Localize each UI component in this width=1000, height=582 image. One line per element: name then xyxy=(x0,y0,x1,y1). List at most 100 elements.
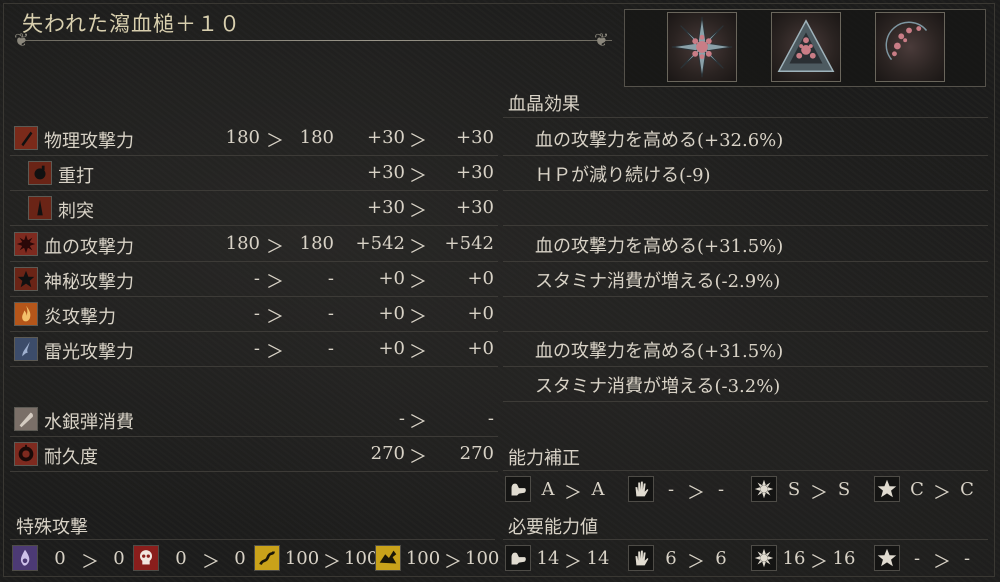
blood-gem-slots xyxy=(624,9,986,87)
gem-radial-icon[interactable] xyxy=(667,12,737,82)
value-to: 16 xyxy=(832,548,856,569)
value-from: A xyxy=(541,479,555,500)
attack-arrow2: ＞ xyxy=(409,307,427,328)
value-arrow: ＞ xyxy=(687,552,705,573)
blood-gem-effect-line: スタミナ消費が増える(-3.2%) xyxy=(535,376,781,398)
value-arrow: ＞ xyxy=(810,483,828,504)
attack-arrow1: ＞ xyxy=(266,307,284,328)
blunt-icon xyxy=(28,161,52,186)
value-from: 0 xyxy=(175,548,187,569)
attack-arrow1: ＞ xyxy=(266,131,284,152)
value-from: S xyxy=(787,479,801,500)
attack-bonus-to: +0 xyxy=(467,267,494,289)
blood-gem-effect-line: 血の攻撃力を高める(+31.5%) xyxy=(535,235,784,257)
attack-bonus-from: +0 xyxy=(378,303,405,324)
value-to: 0 xyxy=(113,548,125,569)
stat-label: 水銀弾消費 xyxy=(44,412,134,433)
value-arrow: ＞ xyxy=(933,483,951,504)
attack-label: 雷光攻撃力 xyxy=(44,342,134,364)
row-divider xyxy=(503,401,988,403)
durability-icon xyxy=(14,442,38,466)
stat-arrow: ＞ xyxy=(409,447,427,468)
scaling-row: A ＞ A - ＞ - S ＞ S C ＞ C xyxy=(505,476,990,506)
attack-bonus-to: +0 xyxy=(467,338,494,360)
value-from: 0 xyxy=(54,548,66,569)
row-divider xyxy=(503,331,988,332)
slow-poison-icon xyxy=(12,545,38,571)
arcane-attack-icon xyxy=(14,266,38,291)
requirements-row: 14 ＞ 14 6 ＞ 6 16 ＞ 16- ＞ - xyxy=(505,545,990,575)
value-arrow: ＞ xyxy=(202,552,220,573)
row-divider xyxy=(503,295,988,297)
stat-label: 耐久度 xyxy=(44,447,98,468)
attack-row: 刺突 +30 ＞ +30 xyxy=(10,191,498,225)
stat-arrow: ＞ xyxy=(409,412,427,433)
row-divider xyxy=(503,155,988,156)
value-to: 6 xyxy=(715,548,727,569)
value-to: 100 xyxy=(344,548,379,569)
attack-base-to: - xyxy=(327,267,334,289)
row-divider xyxy=(503,190,988,192)
attack-arrow1: ＞ xyxy=(266,236,284,258)
row-divider xyxy=(503,260,988,262)
blood-gem-effect-line: スタミナ消費が増える(-2.9%) xyxy=(535,270,781,292)
stat-to: 270 xyxy=(459,443,494,464)
value-from: 6 xyxy=(665,548,677,569)
attack-base-from: - xyxy=(253,338,260,360)
attack-base-to: 180 xyxy=(299,127,334,148)
attack-arrow2: ＞ xyxy=(409,342,427,364)
bloodtinge-icon xyxy=(751,545,777,571)
attack-arrow2: ＞ xyxy=(409,271,427,293)
gem-triangle-icon[interactable] xyxy=(771,12,841,82)
skill-icon xyxy=(628,545,654,571)
value-to: C xyxy=(960,479,974,500)
strength-icon xyxy=(505,545,531,571)
row-divider xyxy=(503,225,988,227)
value-to: S xyxy=(837,479,851,500)
attack-bonus-from: +30 xyxy=(367,197,405,219)
value-from: 14 xyxy=(536,548,560,569)
value-from: - xyxy=(913,548,921,569)
value-from: - xyxy=(667,479,675,500)
attack-label: 物理攻撃力 xyxy=(44,131,134,152)
attack-row: 血の攻撃力 180 ＞ 180 +542 ＞ +542 xyxy=(10,227,498,261)
attack-bonus-to: +30 xyxy=(456,127,494,148)
value-arrow: ＞ xyxy=(564,552,582,573)
attack-arrow2: ＞ xyxy=(409,131,427,152)
attack-base-from: 180 xyxy=(225,127,260,148)
value-from: 100 xyxy=(284,548,320,569)
special-attack-row: 0 ＞ 0 0 ＞ 0 100 ＞ 100 100 ＞ 100 xyxy=(12,545,500,575)
attack-bonus-to: +0 xyxy=(467,303,494,324)
arcane-icon xyxy=(874,476,900,502)
attack-bonus-to: +30 xyxy=(456,197,494,219)
value-to: 100 xyxy=(465,548,500,569)
value-to: - xyxy=(717,479,725,500)
value-arrow: ＞ xyxy=(933,552,951,573)
row-divider xyxy=(10,471,498,472)
attack-arrow1: ＞ xyxy=(266,271,284,293)
ornament-left-icon: ❦ xyxy=(14,30,30,51)
scaling-title: 能力補正 xyxy=(508,448,580,469)
value-arrow: ＞ xyxy=(323,552,341,573)
gem-waning-icon[interactable] xyxy=(875,12,945,82)
attack-arrow2: ＞ xyxy=(409,166,427,188)
attack-base-to: - xyxy=(327,303,334,324)
attack-bonus-from: +0 xyxy=(378,267,405,289)
attack-row: 物理攻撃力 180 ＞ 180 +30 ＞ +30 xyxy=(10,121,498,155)
value-from: 16 xyxy=(782,548,806,569)
attack-base-from: - xyxy=(253,303,260,324)
skill-icon xyxy=(628,476,654,502)
attack-bonus-to: +30 xyxy=(456,162,494,184)
rapid-poison-icon xyxy=(133,545,159,571)
attack-row: 重打 +30 ＞ +30 xyxy=(10,156,498,190)
blood-gem-effect-line: 血の攻撃力を高める(+32.6%) xyxy=(535,130,784,151)
serrated-icon xyxy=(254,545,280,571)
value-to: 0 xyxy=(234,548,246,569)
attack-base-from: 180 xyxy=(225,232,260,254)
attack-arrow1: ＞ xyxy=(266,342,284,364)
physical-attack-icon xyxy=(14,126,38,150)
stat-from: - xyxy=(398,408,405,429)
value-arrow: ＞ xyxy=(810,552,828,573)
blood-attack-icon xyxy=(14,231,38,256)
attack-bonus-from: +0 xyxy=(378,338,405,360)
